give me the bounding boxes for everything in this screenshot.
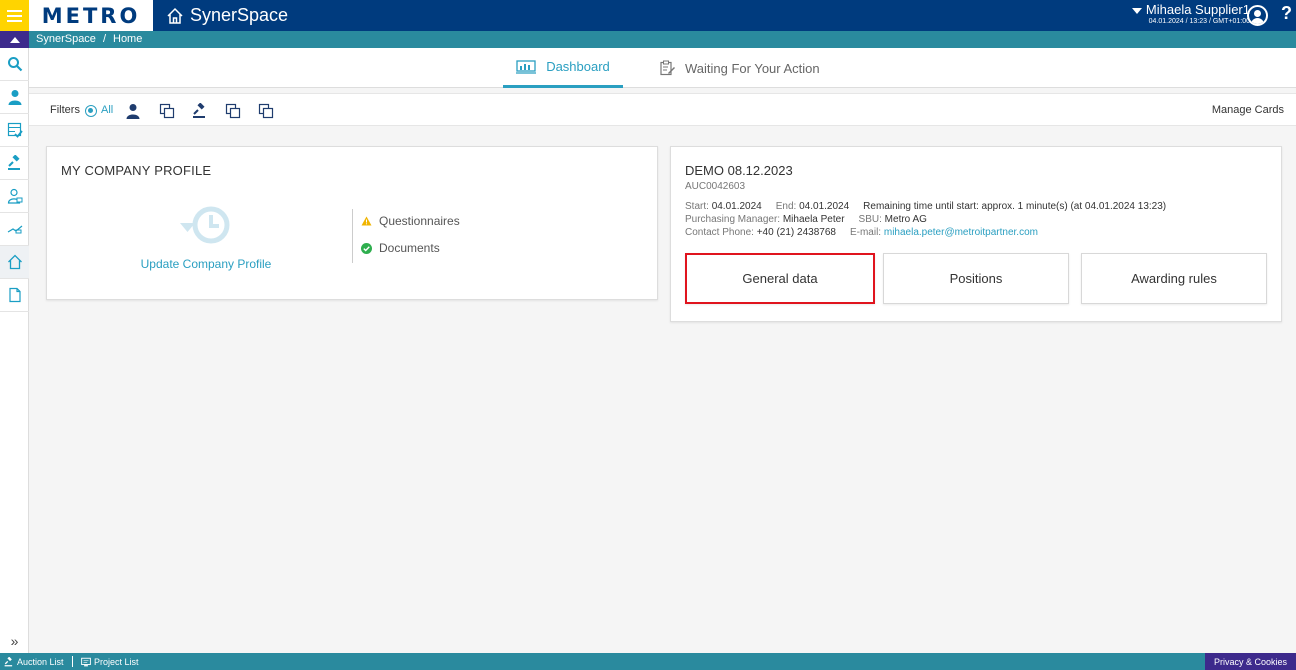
checklist-icon <box>7 122 23 138</box>
caret-down-icon <box>1131 7 1142 14</box>
update-company-profile-link[interactable]: Update Company Profile <box>47 257 365 271</box>
filter-all-radio[interactable] <box>85 105 97 117</box>
bottom-separator <box>72 656 73 667</box>
documents-status[interactable]: Documents <box>361 241 440 255</box>
expand-sidebar-icon[interactable]: » <box>0 633 29 649</box>
privacy-cookies-link[interactable]: Privacy & Cookies <box>1205 653 1296 670</box>
filter-bar: Filters All Manage Cards <box>29 93 1296 126</box>
email-label: E-mail: <box>849 227 882 238</box>
sbu-label: SBU: <box>858 214 882 225</box>
user-name: Mihaela Supplier1 <box>1145 2 1250 17</box>
general-data-button[interactable]: General data <box>685 253 875 304</box>
documents-label: Documents <box>379 241 440 255</box>
bid-icon <box>7 225 22 234</box>
home-outline-icon <box>7 254 22 270</box>
menu-button[interactable] <box>0 0 29 31</box>
dashboard-icon <box>516 59 537 74</box>
filter-copy-icon-3[interactable] <box>258 103 274 119</box>
email-link[interactable]: mihaela.peter@metroitpartner.com <box>884 227 1038 238</box>
search-icon <box>7 57 22 72</box>
sidebar-item-search[interactable] <box>0 48 29 81</box>
sidebar-item-documents[interactable] <box>0 279 29 312</box>
sidebar-item-tasks[interactable] <box>0 114 29 147</box>
check-circle-icon <box>361 242 372 254</box>
user-time: 04.01.2024 / 13:23 / GMT+01:00 <box>1148 18 1250 25</box>
user-icon <box>8 90 21 105</box>
warning-icon <box>361 216 372 226</box>
manager-value: Mihaela Peter <box>782 214 845 225</box>
project-list-label: Project List <box>94 656 139 667</box>
metro-logo[interactable]: METRO <box>29 0 153 31</box>
divider <box>352 209 353 263</box>
sbu-value: Metro AG <box>884 214 927 225</box>
auction-contact-row: Contact Phone: +40 (21) 2438768 E-mail: m… <box>685 227 1038 238</box>
left-sidebar: » <box>0 48 29 653</box>
tab-bar: Dashboard Waiting For Your Action <box>29 48 1296 88</box>
card-title: MY COMPANY PROFILE <box>61 163 212 178</box>
auction-list-link[interactable]: Auction List <box>4 653 64 670</box>
sidebar-item-bids[interactable] <box>0 213 29 246</box>
tab-dashboard[interactable]: Dashboard <box>503 48 623 88</box>
help-icon[interactable]: ? <box>1281 3 1292 24</box>
auction-manager-row: Purchasing Manager: Mihaela Peter SBU: Me… <box>685 214 927 225</box>
app-title[interactable]: SynerSpace <box>166 0 288 31</box>
breadcrumb: SynerSpace / Home <box>36 31 142 48</box>
filter-user-icon[interactable] <box>125 103 141 119</box>
collapse-header-button[interactable] <box>0 31 29 48</box>
breadcrumb-root[interactable]: SynerSpace <box>36 33 96 45</box>
clipboard-edit-icon <box>660 60 675 76</box>
document-icon <box>8 287 21 303</box>
gavel-icon <box>7 155 20 170</box>
auction-code: AUC0042603 <box>685 181 746 192</box>
history-icon[interactable] <box>180 201 234 249</box>
auction-list-label: Auction List <box>17 656 64 667</box>
start-value: 04.01.2024 <box>711 201 762 212</box>
logo-text: METRO <box>41 3 141 28</box>
app-title-text: SynerSpace <box>190 5 289 25</box>
remaining-time: Remaining time until start: approx. 1 mi… <box>863 201 1167 212</box>
project-list-link[interactable]: Project List <box>81 653 139 670</box>
filter-copy-icon-2[interactable] <box>225 103 241 119</box>
breadcrumb-bar: SynerSpace / Home <box>0 31 1296 48</box>
sidebar-item-auctions[interactable] <box>0 147 29 180</box>
filter-copy-icon[interactable] <box>159 103 175 119</box>
bottom-bar: Auction List Project List Privacy & Cook… <box>0 653 1296 670</box>
manage-cards-link[interactable]: Manage Cards <box>1212 94 1284 127</box>
phone-label: Contact Phone: <box>685 227 754 238</box>
phone-value: +40 (21) 2438768 <box>756 227 836 238</box>
manager-label: Purchasing Manager: <box>685 214 781 225</box>
tab-waiting-for-action[interactable]: Waiting For Your Action <box>659 48 820 88</box>
filters-label: Filters <box>50 104 80 116</box>
auction-title[interactable]: DEMO 08.12.2023 <box>685 163 793 178</box>
user-name-row: Mihaela Supplier1 <box>1131 2 1250 17</box>
filter-all-label[interactable]: All <box>101 94 113 127</box>
company-profile-card: MY COMPANY PROFILE Update Company Profil… <box>46 146 658 300</box>
positions-button[interactable]: Positions <box>883 253 1069 304</box>
start-label: Start: <box>685 201 709 212</box>
top-header: METRO SynerSpace Mihaela Supplier1 04.01… <box>0 0 1296 31</box>
sidebar-item-contacts[interactable] <box>0 180 29 213</box>
caret-up-icon <box>9 36 20 43</box>
sidebar-item-user[interactable] <box>0 81 29 114</box>
sidebar-item-home[interactable] <box>0 246 29 279</box>
gavel-small-icon <box>4 656 13 666</box>
home-icon <box>167 7 183 24</box>
end-label: End: <box>775 201 797 212</box>
breadcrumb-separator: / <box>102 33 106 45</box>
filter-gavel-icon[interactable] <box>192 103 208 119</box>
tab-waiting-label: Waiting For Your Action <box>685 60 820 76</box>
auction-dates-row: Start: 04.01.2024 End: 04.01.2024 Remainin… <box>685 201 1166 212</box>
breadcrumb-current: Home <box>113 33 143 45</box>
end-value: 04.01.2024 <box>799 201 850 212</box>
awarding-rules-button[interactable]: Awarding rules <box>1081 253 1267 304</box>
tab-dashboard-label: Dashboard <box>546 59 610 74</box>
project-icon <box>81 657 91 666</box>
questionnaires-label: Questionnaires <box>379 214 460 228</box>
avatar-icon[interactable] <box>1247 5 1268 26</box>
person-outline-icon <box>7 188 22 204</box>
user-menu[interactable]: Mihaela Supplier1 04.01.2024 / 13:23 / G… <box>1131 2 1250 27</box>
auction-card: DEMO 08.12.2023 AUC0042603 Start: 04.01.… <box>670 146 1282 322</box>
questionnaires-status[interactable]: Questionnaires <box>361 214 460 228</box>
